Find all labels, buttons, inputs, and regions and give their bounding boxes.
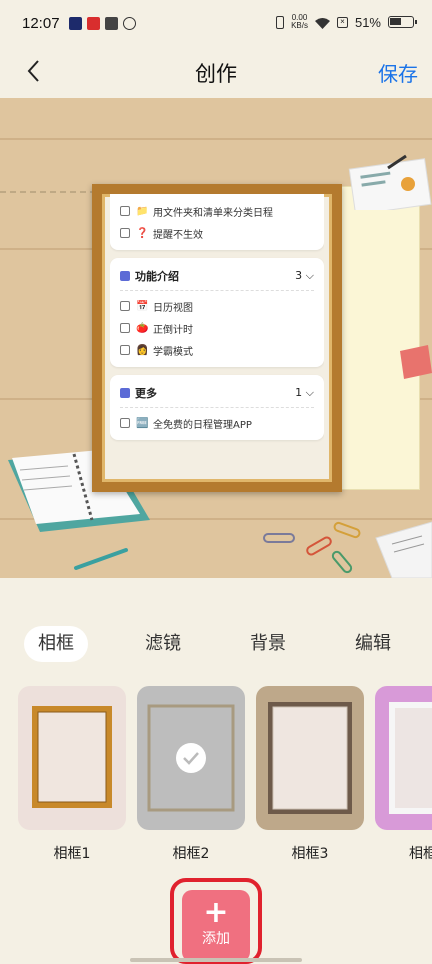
- section-card-more: 更多 1 ⌵ 🆓 全免费的日程管理APP: [110, 375, 324, 440]
- tomato-icon: 🍅: [136, 322, 149, 334]
- editing-canvas[interactable]: 📁 用文件夹和清单来分类日程 ❓ 提醒不生效 功能介绍 3 ⌵ 📅 日历视图 🍅…: [0, 98, 432, 578]
- editor-tabs: 相框 滤镜 背景 编辑: [0, 624, 432, 664]
- section-count: 3: [295, 269, 303, 282]
- net-speed-unit: KB/s: [291, 21, 308, 30]
- chevron-down-icon: ⌵: [305, 386, 314, 399]
- card-top: 📁 用文件夹和清单来分类日程 ❓ 提醒不生效: [110, 194, 324, 250]
- calendar-icon: 📅: [136, 300, 149, 312]
- list-item[interactable]: ❓ 提醒不生效: [120, 222, 314, 244]
- list-item[interactable]: 👩 学霸模式: [120, 339, 314, 361]
- documents-decoration: [348, 154, 432, 210]
- app-notification-icon: [105, 17, 118, 30]
- app-notification-icon: [123, 17, 136, 30]
- vibrate-icon: [276, 15, 285, 29]
- top-app-bar: 创作 保存: [0, 50, 432, 96]
- eraser-decoration: [400, 345, 432, 379]
- list-item[interactable]: 📅 日历视图: [120, 295, 314, 317]
- paperclips-decoration: [263, 521, 361, 574]
- section-title: 功能介绍: [135, 270, 179, 283]
- app-notification-icon: [87, 17, 100, 30]
- tab-edit[interactable]: 编辑: [355, 626, 391, 662]
- frame-option-3[interactable]: 相框3: [256, 686, 364, 863]
- checkbox[interactable]: [120, 345, 130, 355]
- frame-thumbnail: [375, 686, 432, 830]
- dashed-line: [0, 191, 96, 193]
- plus-icon: +: [203, 895, 229, 930]
- wood-grain: [0, 138, 432, 140]
- section-title: 更多: [135, 387, 157, 400]
- tab-background[interactable]: 背景: [250, 626, 286, 662]
- frame-option-4[interactable]: 相框4: [375, 686, 432, 863]
- layers-icon: [120, 388, 130, 398]
- app-notification-icon: [69, 17, 82, 30]
- checkbox[interactable]: [120, 323, 130, 333]
- status-bar: 12:07 0.00 KB/s × 51%: [0, 0, 432, 50]
- gold-frame-icon: [32, 706, 112, 808]
- dark-frame-icon: [268, 702, 352, 814]
- frame-label: 相框2: [172, 846, 210, 862]
- add-button[interactable]: + 添加: [182, 890, 250, 962]
- tab-filter[interactable]: 滤镜: [145, 626, 181, 662]
- question-icon: ❓: [136, 227, 149, 239]
- add-button-highlight: + 添加: [170, 878, 262, 964]
- item-text: 全免费的日程管理APP: [153, 419, 252, 431]
- sim-icon: ×: [336, 16, 348, 28]
- home-indicator[interactable]: [130, 958, 302, 962]
- battery-percent: 51%: [354, 14, 381, 30]
- section-count: 1: [295, 386, 303, 399]
- white-frame-icon: [389, 702, 432, 814]
- wifi-icon: [314, 17, 330, 29]
- frame-label: 相框4: [409, 846, 432, 862]
- item-text: 日历视图: [153, 302, 193, 314]
- selected-check-icon: [176, 743, 206, 773]
- checkbox[interactable]: [120, 206, 130, 216]
- frame-list[interactable]: 相框1 相框2 相框3 相框4: [0, 684, 432, 864]
- checkbox[interactable]: [120, 228, 130, 238]
- section-header[interactable]: 更多 1 ⌵: [120, 381, 314, 408]
- chevron-down-icon: ⌵: [305, 269, 314, 282]
- layers-icon: [120, 271, 130, 281]
- list-item[interactable]: 🍅 正倒计时: [120, 317, 314, 339]
- photo-frame[interactable]: 📁 用文件夹和清单来分类日程 ❓ 提醒不生效 功能介绍 3 ⌵ 📅 日历视图 🍅…: [92, 184, 342, 492]
- battery-fill: [390, 18, 402, 25]
- frame-option-2[interactable]: 相框2: [137, 686, 245, 863]
- sheets-decoration: [375, 521, 432, 578]
- checkbox[interactable]: [120, 418, 130, 428]
- page-title: 创作: [195, 62, 237, 86]
- item-text: 学霸模式: [153, 346, 193, 358]
- tab-frame[interactable]: 相框: [24, 626, 88, 662]
- item-text: 用文件夹和清单来分类日程: [153, 207, 273, 219]
- battery-icon: [388, 16, 417, 28]
- status-time: 12:07: [22, 15, 60, 32]
- frame-label: 相框1: [53, 846, 91, 862]
- checkbox[interactable]: [120, 301, 130, 311]
- student-icon: 👩: [136, 344, 149, 356]
- section-card-features: 功能介绍 3 ⌵ 📅 日历视图 🍅 正倒计时 👩 学霸模式: [110, 258, 324, 367]
- network-speed: 0.00 KB/s: [291, 14, 308, 30]
- frame-label: 相框3: [291, 846, 329, 862]
- pen-decoration: [74, 548, 128, 570]
- save-button[interactable]: 保存: [378, 58, 418, 87]
- free-icon: 🆓: [136, 417, 149, 429]
- frame-thumbnail: [18, 686, 126, 830]
- item-text: 提醒不生效: [153, 229, 203, 241]
- frame-thumbnail: [137, 686, 245, 830]
- list-item[interactable]: 📁 用文件夹和清单来分类日程: [120, 200, 314, 222]
- frame-thumbnail: [256, 686, 364, 830]
- status-right: 0.00 KB/s × 51%: [276, 14, 417, 30]
- folder-icon: 📁: [136, 205, 149, 217]
- add-button-label: 添加: [202, 931, 230, 947]
- section-header[interactable]: 功能介绍 3 ⌵: [120, 264, 314, 291]
- item-text: 正倒计时: [153, 324, 193, 336]
- list-item[interactable]: 🆓 全免费的日程管理APP: [120, 412, 314, 434]
- frame-content: 📁 用文件夹和清单来分类日程 ❓ 提醒不生效 功能介绍 3 ⌵ 📅 日历视图 🍅…: [110, 194, 324, 474]
- frame-option-1[interactable]: 相框1: [18, 686, 126, 863]
